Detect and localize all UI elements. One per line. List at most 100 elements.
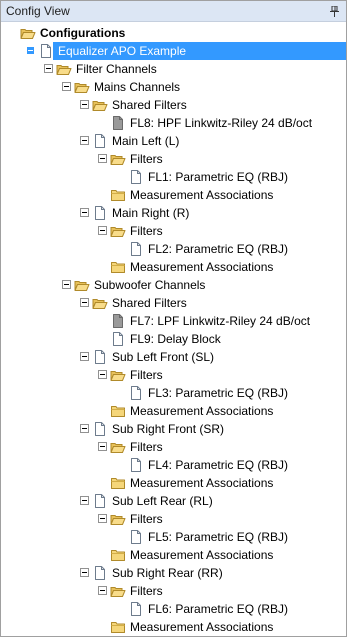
collapse-toggle-icon[interactable] [80, 424, 89, 433]
tree-node-label[interactable]: Subwoofer Channels [92, 277, 207, 293]
tree-node-label[interactable]: Filters [128, 223, 165, 239]
tree-node-label[interactable]: Main Left (L) [110, 133, 181, 149]
folder-open-icon [74, 277, 90, 293]
document-icon [92, 133, 108, 149]
tree-node-label[interactable]: Configurations [38, 25, 127, 41]
tree-node-label[interactable]: Measurement Associations [128, 475, 275, 491]
tree-node-label[interactable]: Filters [128, 583, 165, 599]
collapse-toggle-icon[interactable] [98, 442, 107, 451]
tree-node-label[interactable]: FL8: HPF Linkwitz-Riley 24 dB/oct [128, 115, 314, 131]
tree-node[interactable]: FL3: Parametric EQ (RBJ) [1, 384, 346, 402]
tree-node[interactable]: Sub Right Rear (RR) [1, 564, 346, 582]
tree-node[interactable]: Filters [1, 510, 346, 528]
collapse-toggle-icon[interactable] [44, 64, 53, 73]
tree-node-label[interactable]: Measurement Associations [128, 187, 275, 203]
collapse-toggle-icon[interactable] [80, 100, 89, 109]
tree-node[interactable]: FL1: Parametric EQ (RBJ) [1, 168, 346, 186]
collapse-toggle-icon[interactable] [62, 82, 71, 91]
tree-node[interactable]: Main Right (R) [1, 204, 346, 222]
document-icon [92, 205, 108, 221]
tree-node-label[interactable]: Equalizer APO Example [56, 43, 188, 59]
collapse-toggle-icon[interactable] [80, 496, 89, 505]
tree-node[interactable]: Sub Left Front (SL) [1, 348, 346, 366]
tree-node[interactable]: FL5: Parametric EQ (RBJ) [1, 528, 346, 546]
tree-node-label[interactable]: Filters [128, 367, 165, 383]
collapse-toggle-icon[interactable] [98, 154, 107, 163]
tree-node-label[interactable]: Sub Right Front (SR) [110, 421, 226, 437]
tree-node[interactable]: Measurement Associations [1, 186, 346, 204]
collapse-toggle-icon[interactable] [80, 136, 89, 145]
collapse-toggle-icon[interactable] [26, 46, 35, 55]
tree-node-label[interactable]: FL4: Parametric EQ (RBJ) [146, 457, 290, 473]
tree-node-label[interactable]: Sub Left Front (SL) [110, 349, 216, 365]
collapse-toggle-icon[interactable] [80, 208, 89, 217]
tree-node-label[interactable]: Measurement Associations [128, 619, 275, 635]
tree-node-label[interactable]: Filters [128, 439, 165, 455]
tree-node[interactable]: FL4: Parametric EQ (RBJ) [1, 456, 346, 474]
tree-node-label[interactable]: FL1: Parametric EQ (RBJ) [146, 169, 290, 185]
collapse-toggle-icon[interactable] [80, 352, 89, 361]
tree-node-label[interactable]: FL3: Parametric EQ (RBJ) [146, 385, 290, 401]
collapse-toggle-icon[interactable] [98, 226, 107, 235]
tree-node[interactable]: Shared Filters [1, 96, 346, 114]
tree-node[interactable]: Main Left (L) [1, 132, 346, 150]
tree-node[interactable]: FL7: LPF Linkwitz-Riley 24 dB/oct [1, 312, 346, 330]
tree-node[interactable]: Measurement Associations [1, 546, 346, 564]
tree-node-label[interactable]: FL6: Parametric EQ (RBJ) [146, 601, 290, 617]
tree-node[interactable]: Filters [1, 438, 346, 456]
tree-node[interactable]: FL8: HPF Linkwitz-Riley 24 dB/oct [1, 114, 346, 132]
collapse-toggle-icon[interactable] [80, 298, 89, 307]
tree-node[interactable]: FL2: Parametric EQ (RBJ) [1, 240, 346, 258]
tree-node-label[interactable]: FL2: Parametric EQ (RBJ) [146, 241, 290, 257]
tree-node[interactable]: Equalizer APO Example [1, 42, 346, 60]
pin-icon[interactable] [327, 4, 341, 18]
tree-node-label[interactable]: Sub Right Rear (RR) [110, 565, 225, 581]
tree-node[interactable]: Measurement Associations [1, 618, 346, 636]
tree-node[interactable]: Filter Channels [1, 60, 346, 78]
tree-node[interactable]: FL9: Delay Block [1, 330, 346, 348]
tree-node[interactable]: Sub Left Rear (RL) [1, 492, 346, 510]
tree-node-label[interactable]: Sub Left Rear (RL) [110, 493, 215, 509]
folder-open-icon [74, 79, 90, 95]
tree-node-label[interactable]: Mains Channels [92, 79, 182, 95]
collapse-toggle-icon[interactable] [98, 370, 107, 379]
folder-open-icon [110, 223, 126, 239]
folder-icon [110, 403, 126, 419]
tree-node[interactable]: Filters [1, 150, 346, 168]
tree-node[interactable]: Mains Channels [1, 78, 346, 96]
tree-node-label[interactable]: Measurement Associations [128, 547, 275, 563]
collapse-toggle-icon[interactable] [98, 586, 107, 595]
tree-node-label[interactable]: Shared Filters [110, 295, 189, 311]
collapse-toggle-icon[interactable] [62, 280, 71, 289]
tree-node[interactable]: Filters [1, 366, 346, 384]
collapse-toggle-icon[interactable] [80, 568, 89, 577]
config-tree[interactable]: Configurations Equalizer APO Example Filte… [1, 22, 346, 636]
tree-node-label[interactable]: Filter Channels [74, 61, 159, 77]
tree-node[interactable]: Measurement Associations [1, 258, 346, 276]
tree-node-label[interactable]: FL9: Delay Block [128, 331, 223, 347]
tree-node-label[interactable]: Filters [128, 511, 165, 527]
document-icon [92, 349, 108, 365]
tree-node[interactable]: Sub Right Front (SR) [1, 420, 346, 438]
document-icon [128, 385, 144, 401]
tree-node[interactable]: Shared Filters [1, 294, 346, 312]
tree-node-label[interactable]: Measurement Associations [128, 403, 275, 419]
tree-node-label[interactable]: Measurement Associations [128, 259, 275, 275]
tree-node-label[interactable]: Shared Filters [110, 97, 189, 113]
folder-open-icon [110, 583, 126, 599]
tree-node-label[interactable]: FL5: Parametric EQ (RBJ) [146, 529, 290, 545]
tree-node[interactable]: Filters [1, 222, 346, 240]
folder-open-icon [56, 61, 72, 77]
tree-node[interactable]: Configurations [1, 24, 346, 42]
folder-icon [110, 187, 126, 203]
tree-node[interactable]: Measurement Associations [1, 474, 346, 492]
tree-node[interactable]: Subwoofer Channels [1, 276, 346, 294]
tree-node-label[interactable]: FL7: LPF Linkwitz-Riley 24 dB/oct [128, 313, 312, 329]
panel-titlebar: Config View [1, 1, 346, 22]
tree-node[interactable]: Filters [1, 582, 346, 600]
tree-node[interactable]: FL6: Parametric EQ (RBJ) [1, 600, 346, 618]
tree-node-label[interactable]: Main Right (R) [110, 205, 191, 221]
tree-node-label[interactable]: Filters [128, 151, 165, 167]
tree-node[interactable]: Measurement Associations [1, 402, 346, 420]
collapse-toggle-icon[interactable] [98, 514, 107, 523]
